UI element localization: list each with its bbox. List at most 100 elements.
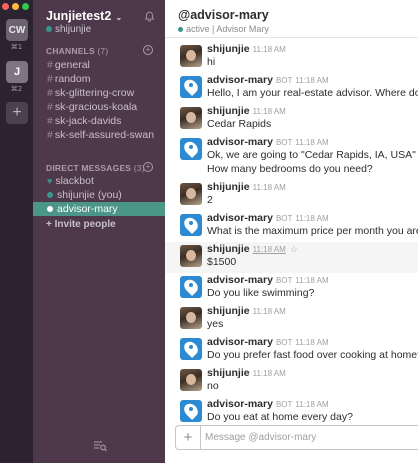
message-item[interactable]: advisor-mary BOT 11:18 AM Hello, I am your … <box>165 73 418 104</box>
message-timestamp[interactable]: 11:18 AM <box>253 307 286 316</box>
message-item[interactable]: shijunjie 11:18 AM Cedar Rapids <box>165 104 418 135</box>
maximize-window-button[interactable] <box>22 3 29 10</box>
message-timestamp[interactable]: 11:18 AM <box>253 45 286 54</box>
message-meta: shijunjie 11:18 AM <box>207 367 286 379</box>
user-avatar[interactable] <box>180 369 202 391</box>
attach-plus-button[interactable]: + <box>176 426 201 449</box>
user-avatar[interactable] <box>180 245 202 267</box>
dm-header-label: DIRECT MESSAGES <box>46 163 132 173</box>
user-avatar[interactable] <box>180 183 202 205</box>
message-timestamp[interactable]: 11:18 AM <box>253 369 286 378</box>
message-timestamp[interactable]: 11:18 AM <box>295 276 328 285</box>
bell-icon[interactable] <box>144 11 155 22</box>
bot-avatar[interactable] <box>180 400 202 422</box>
message-author[interactable]: advisor-mary <box>207 274 273 286</box>
message-item[interactable]: shijunjie 11:18 AM hi <box>165 42 418 73</box>
message-item[interactable]: advisor-mary BOT 11:18 AM Do you like swimm… <box>165 273 418 304</box>
message-author[interactable]: advisor-mary <box>207 212 273 224</box>
hash-icon: # <box>47 73 53 85</box>
message-item[interactable]: advisor-mary BOT 11:18 AM What is the maxim… <box>165 211 418 242</box>
channels-header-label: CHANNELS <box>46 46 95 56</box>
chevron-down-icon: ⌄ <box>113 13 123 22</box>
team-j-button[interactable]: J <box>6 61 28 83</box>
message-author[interactable]: advisor-mary <box>207 74 273 86</box>
message-text: 2 <box>207 194 213 206</box>
message-item[interactable]: advisor-mary BOT 11:18 AM Do you prefer fas… <box>165 335 418 366</box>
bot-avatar[interactable] <box>180 338 202 360</box>
channel-item-sk-glittering-crow[interactable]: # sk-glittering-crow <box>33 86 165 100</box>
message-meta: advisor-mary BOT 11:18 AM <box>207 398 329 410</box>
message-text: Do you prefer fast food over cooking at … <box>207 349 418 361</box>
channel-label: sk-jack-davids <box>54 115 122 127</box>
bot-avatar[interactable] <box>180 214 202 236</box>
quick-switcher-icon[interactable] <box>93 440 107 452</box>
message-author[interactable]: shijunjie <box>207 367 250 379</box>
message-input[interactable] <box>205 429 415 446</box>
message-item[interactable]: shijunjie 11:18 AM no <box>165 366 418 397</box>
dm-item-shijunjie[interactable]: shijunjie (you) <box>33 188 165 202</box>
team-cw-shortcut: ⌘1 <box>10 43 23 51</box>
message-author[interactable]: shijunjie <box>207 43 250 55</box>
message-author[interactable]: shijunjie <box>207 305 250 317</box>
message-timestamp[interactable]: 11:18 AM <box>295 214 328 223</box>
channels-count: (7) <box>97 46 109 56</box>
message-timestamp[interactable]: 11:18 AM <box>253 183 286 192</box>
team-cw-button[interactable]: CW <box>6 19 28 41</box>
add-dm-icon[interactable]: + <box>143 162 153 172</box>
invite-people-link[interactable]: + Invite people <box>46 219 116 230</box>
sidebar: Junjietest2 ⌄ shijunjie CHANNELS (7) + #… <box>33 0 165 463</box>
message-item[interactable]: advisor-mary BOT 11:18 AM Do you eat at hom… <box>165 397 418 422</box>
message-timestamp[interactable]: 11:18 AM <box>253 107 286 116</box>
hash-icon: # <box>47 87 53 99</box>
user-avatar[interactable] <box>180 45 202 67</box>
message-item[interactable]: shijunjie 11:18 AM ☆ $1500 <box>165 242 418 273</box>
channels-header[interactable]: CHANNELS (7) <box>46 46 108 56</box>
dm-label: advisor-mary <box>57 203 118 215</box>
user-avatar[interactable] <box>180 307 202 329</box>
current-user[interactable]: shijunjie <box>46 24 91 35</box>
current-user-name: shijunjie <box>55 24 92 35</box>
bot-badge: BOT <box>275 400 293 409</box>
add-channel-icon[interactable]: + <box>143 45 153 55</box>
channel-item-sk-jack-davids[interactable]: # sk-jack-davids <box>33 114 165 128</box>
message-timestamp[interactable]: 11:18 AM <box>295 138 328 147</box>
close-window-button[interactable] <box>2 3 9 10</box>
message-author[interactable]: shijunjie <box>207 105 250 117</box>
message-timestamp[interactable]: 11:18 AM <box>295 76 328 85</box>
message-text: no <box>207 380 219 392</box>
workspace-menu[interactable]: Junjietest2 ⌄ <box>46 9 122 23</box>
user-avatar[interactable] <box>180 107 202 129</box>
message-item[interactable]: advisor-mary BOT 11:18 AM Ok, we are going … <box>165 135 418 180</box>
channel-item-sk-self-assured-swan[interactable]: # sk-self-assured-swan <box>33 128 165 142</box>
message-timestamp[interactable]: 11:18 AM <box>295 338 328 347</box>
channel-title[interactable]: @advisor-mary <box>178 8 269 22</box>
message-timestamp[interactable]: 11:18 AM <box>295 400 328 409</box>
heart-icon: ♥ <box>47 176 53 186</box>
message-meta: shijunjie 11:18 AM <box>207 181 286 193</box>
message-meta: advisor-mary BOT 11:18 AM <box>207 212 329 224</box>
channel-item-general[interactable]: # general <box>33 58 165 72</box>
message-timestamp[interactable]: 11:18 AM <box>253 245 286 254</box>
direct-messages-header[interactable]: DIRECT MESSAGES (3) <box>46 163 145 173</box>
channel-item-sk-gracious-koala[interactable]: # sk-gracious-koala <box>33 100 165 114</box>
bot-avatar[interactable] <box>180 138 202 160</box>
message-author[interactable]: advisor-mary <box>207 398 273 410</box>
message-author[interactable]: advisor-mary <box>207 136 273 148</box>
dm-item-slackbot[interactable]: ♥ slackbot <box>33 174 165 188</box>
message-item[interactable]: shijunjie 11:18 AM yes <box>165 304 418 335</box>
channel-item-random[interactable]: # random <box>33 72 165 86</box>
message-author[interactable]: shijunjie <box>207 181 250 193</box>
window-controls <box>2 3 29 10</box>
add-team-button[interactable]: + <box>6 102 28 124</box>
star-icon[interactable]: ☆ <box>290 244 298 254</box>
bot-avatar[interactable] <box>180 76 202 98</box>
message-author[interactable]: shijunjie <box>207 243 250 255</box>
message-author[interactable]: advisor-mary <box>207 336 273 348</box>
message-item[interactable]: shijunjie 11:18 AM 2 <box>165 180 418 211</box>
minimize-window-button[interactable] <box>12 3 19 10</box>
bot-avatar[interactable] <box>180 276 202 298</box>
message-meta: advisor-mary BOT 11:18 AM <box>207 274 329 286</box>
hash-icon: # <box>47 101 53 113</box>
message-meta: shijunjie 11:18 AM ☆ <box>207 243 298 255</box>
dm-item-advisor-mary[interactable]: advisor-mary <box>33 202 165 216</box>
